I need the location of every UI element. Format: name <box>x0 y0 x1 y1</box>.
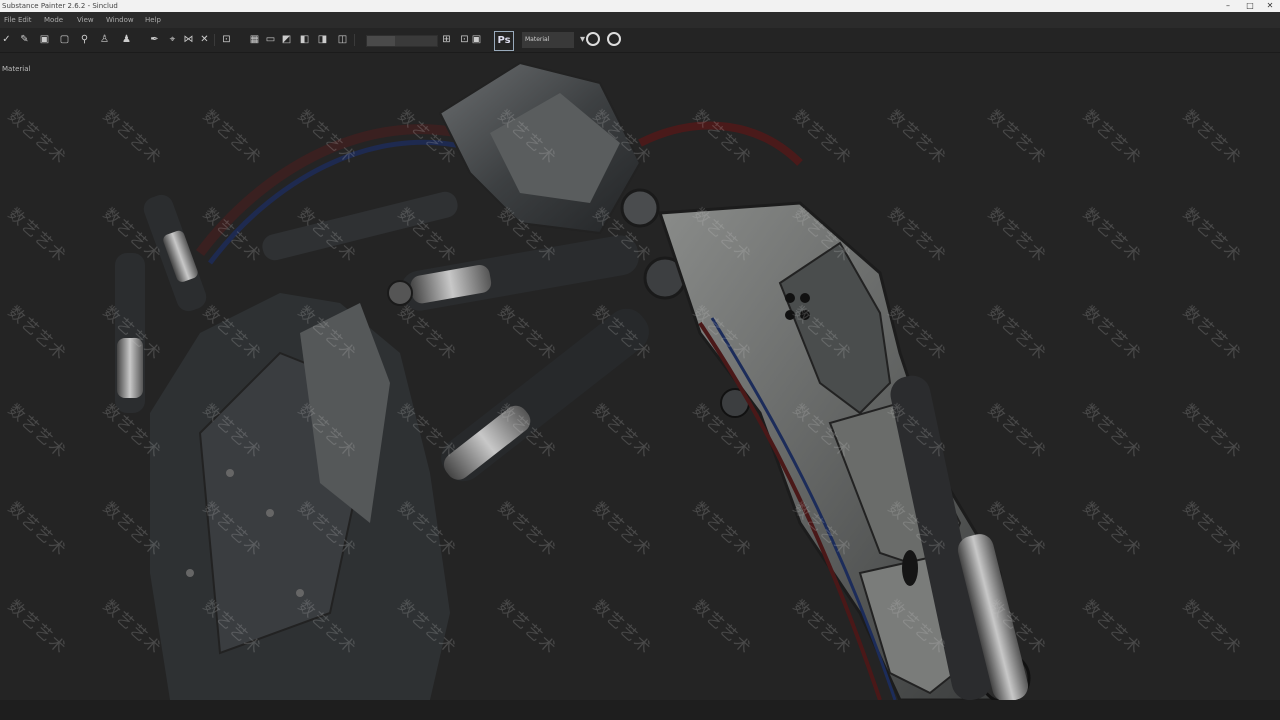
maximize-icon[interactable]: □ <box>1240 0 1260 12</box>
projection-icon[interactable]: ▣ <box>38 33 51 46</box>
toolbar: ✓ ✎ ▣ ▢ ⚲ ♙ ♟ ✒ ⌖ ⋈ ✕ ⊡ ▦ ▭ ◩ ◧ ◨ ◫ ⊞ ⊡ … <box>0 28 1280 53</box>
menu-view[interactable]: View <box>77 12 94 28</box>
menu-bar: File Edit Mode View Window Help <box>0 12 1280 28</box>
color-picker-icon[interactable]: ♟ <box>120 33 133 46</box>
layout-icon[interactable]: ▭ <box>264 33 277 46</box>
iray-render-icon[interactable] <box>586 32 600 46</box>
render-icon[interactable]: ◧ <box>298 33 311 46</box>
brush-size-slider[interactable] <box>366 35 438 47</box>
view-icon[interactable]: ◨ <box>316 33 329 46</box>
menu-file[interactable]: File <box>4 12 16 28</box>
settings-icon[interactable]: ◫ <box>336 33 349 46</box>
minimize-icon[interactable]: – <box>1218 0 1238 12</box>
3d-viewport[interactable]: Material 数艺艺术 数艺艺术 数艺艺术 数艺艺术 数艺艺术 数艺艺术 数… <box>0 53 1280 700</box>
viewport-mode-label: Material <box>2 65 31 73</box>
display-icon[interactable]: ◩ <box>280 33 293 46</box>
menu-edit[interactable]: Edit <box>18 12 32 28</box>
eraser-icon[interactable]: ✎ <box>18 33 31 46</box>
grid-view-icon[interactable]: ▦ <box>248 33 261 46</box>
pen-icon[interactable]: ✒ <box>148 33 161 46</box>
channel-icon[interactable]: ▣ <box>470 33 483 46</box>
lock-icon[interactable]: ⊞ <box>440 33 453 46</box>
close-icon[interactable]: ✕ <box>1260 0 1280 12</box>
clone-icon[interactable]: ♙ <box>98 33 111 46</box>
symmetry-icon[interactable]: ⌖ <box>166 33 179 46</box>
toolbar-divider <box>214 34 215 46</box>
substance-share-icon[interactable] <box>607 32 621 46</box>
menu-mode[interactable]: Mode <box>44 12 63 28</box>
camera-icon[interactable]: ⊡ <box>220 33 233 46</box>
smudge-icon[interactable]: ⚲ <box>78 33 91 46</box>
mirror-icon[interactable]: ⋈ <box>182 33 195 46</box>
photoshop-export-button[interactable]: Ps <box>494 31 514 51</box>
polygon-fill-icon[interactable]: ▢ <box>58 33 71 46</box>
title-bar: Substance Painter 2.6.2 - Sinclud – □ ✕ <box>0 0 1280 12</box>
window-title: Substance Painter 2.6.2 - Sinclud <box>2 2 118 10</box>
paint-brush-icon[interactable]: ✓ <box>0 33 13 46</box>
menu-help[interactable]: Help <box>145 12 161 28</box>
bottom-panel-bar <box>0 700 1280 720</box>
toolbar-divider <box>354 34 355 46</box>
transform-icon[interactable]: ✕ <box>198 33 211 46</box>
viewport-mode-dropdown[interactable]: Material <box>522 32 574 48</box>
menu-window[interactable]: Window <box>106 12 134 28</box>
